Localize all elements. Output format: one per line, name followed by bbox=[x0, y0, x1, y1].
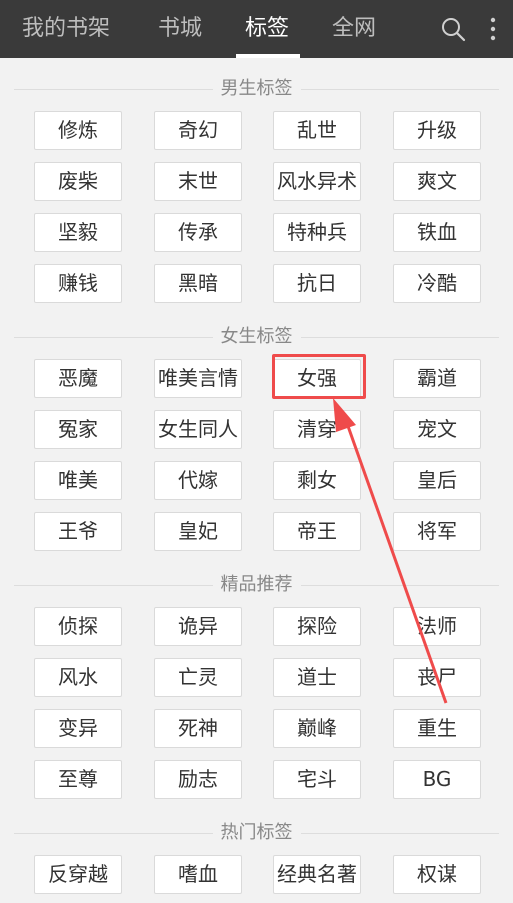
annotation-arrow bbox=[333, 398, 448, 704]
